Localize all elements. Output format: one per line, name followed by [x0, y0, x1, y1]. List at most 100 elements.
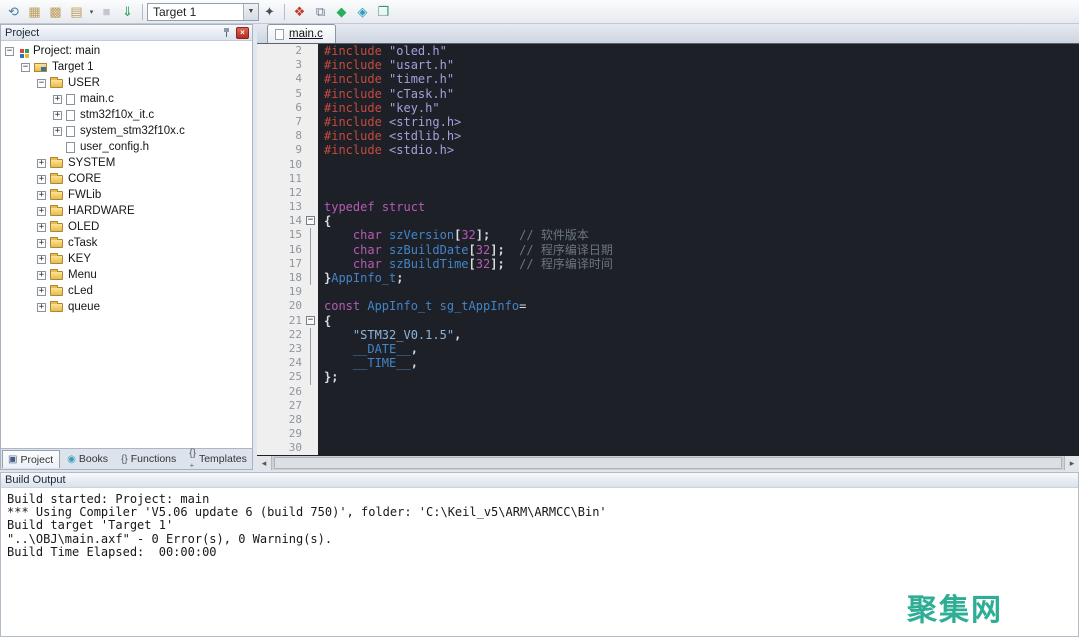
- batch-build-dropdown-icon[interactable]: ▾: [87, 2, 96, 22]
- code-line[interactable]: 28: [257, 413, 1079, 427]
- tab-books[interactable]: ◉Books: [62, 450, 114, 468]
- code-line[interactable]: 19: [257, 285, 1079, 299]
- code-line[interactable]: 22 "STM32_V0.1.5",: [257, 328, 1079, 342]
- file-extensions-icon[interactable]: ❖: [289, 2, 310, 22]
- tree-item-user-config-h[interactable]: user_config.h: [1, 139, 252, 155]
- expand-icon[interactable]: +: [37, 175, 46, 184]
- options-for-target-icon[interactable]: ✦: [259, 2, 280, 22]
- tree-item-cled[interactable]: +cLed: [1, 283, 252, 299]
- code-line[interactable]: 2#include "oled.h": [257, 44, 1079, 58]
- code-line[interactable]: 18}AppInfo_t;: [257, 271, 1079, 285]
- manage-project-items-icon[interactable]: ⧉: [310, 2, 331, 22]
- keil-uvision-window: ⟲▦▩▤▾■⇓ Target 1 ▼ ✦ ❖⧉◆◈❒ Project × −Pr…: [0, 0, 1079, 637]
- tree-item-user[interactable]: −USER: [1, 75, 252, 91]
- code-line[interactable]: 11: [257, 172, 1079, 186]
- manage-rte-icon[interactable]: ◆: [331, 2, 352, 22]
- expand-icon[interactable]: +: [37, 191, 46, 200]
- line-number: 11: [257, 172, 305, 186]
- tree-item-system[interactable]: +SYSTEM: [1, 155, 252, 171]
- code-line[interactable]: 21−{: [257, 314, 1079, 328]
- code-line[interactable]: 17 char szBuildTime[32]; // 程序编译时间: [257, 257, 1079, 271]
- code-line[interactable]: 4#include "timer.h": [257, 72, 1079, 86]
- project-tree: −Project: main−Target 1−USER+main.c+stm3…: [1, 41, 252, 448]
- expand-icon[interactable]: +: [53, 111, 62, 120]
- tree-item-oled[interactable]: +OLED: [1, 219, 252, 235]
- tree-item-core[interactable]: +CORE: [1, 171, 252, 187]
- stop-build-icon[interactable]: ■: [96, 2, 117, 22]
- code-line[interactable]: 12: [257, 186, 1079, 200]
- rebuild-icon[interactable]: ▩: [45, 2, 66, 22]
- scroll-left-icon[interactable]: ◂: [257, 456, 272, 470]
- code-line[interactable]: 15 char szVersion[32]; // 软件版本: [257, 228, 1079, 242]
- tab-main-c[interactable]: main.c: [267, 24, 336, 43]
- fold-collapse-icon[interactable]: −: [306, 216, 315, 225]
- close-icon[interactable]: ×: [236, 27, 249, 39]
- configure-flash-tools-icon[interactable]: ◈: [352, 2, 373, 22]
- collapse-icon[interactable]: −: [5, 47, 14, 56]
- code-line[interactable]: 23 __DATE__,: [257, 342, 1079, 356]
- code-line[interactable]: 9#include <stdio.h>: [257, 143, 1079, 157]
- code-line[interactable]: 5#include "cTask.h": [257, 87, 1079, 101]
- batch-build-icon[interactable]: ▤: [66, 2, 87, 22]
- expand-icon[interactable]: +: [37, 207, 46, 216]
- code-line[interactable]: 14−{: [257, 214, 1079, 228]
- code-line[interactable]: 24 __TIME__,: [257, 356, 1079, 370]
- expand-icon[interactable]: +: [37, 271, 46, 280]
- tab-templates[interactable]: {}₊Templates: [184, 450, 253, 468]
- tree-item-key[interactable]: +KEY: [1, 251, 252, 267]
- tab-project[interactable]: ▣Project: [2, 450, 60, 468]
- tree-item-hardware[interactable]: +HARDWARE: [1, 203, 252, 219]
- collapse-icon[interactable]: −: [37, 79, 46, 88]
- collapse-icon[interactable]: −: [21, 63, 30, 72]
- pack-installer-icon[interactable]: ❒: [373, 2, 394, 22]
- file-icon: [66, 126, 75, 137]
- tree-item-ctask[interactable]: +cTask: [1, 235, 252, 251]
- tree-item-main-c[interactable]: +main.c: [1, 91, 252, 107]
- tab-functions[interactable]: {}Functions: [116, 450, 182, 468]
- line-number: 27: [257, 399, 305, 413]
- expand-icon[interactable]: +: [37, 303, 46, 312]
- code-line[interactable]: 6#include "key.h": [257, 101, 1079, 115]
- expand-icon[interactable]: +: [53, 95, 62, 104]
- scrollbar-thumb[interactable]: [274, 457, 1062, 469]
- code-line[interactable]: 7#include <string.h>: [257, 115, 1079, 129]
- code-line[interactable]: 3#include "usart.h": [257, 58, 1079, 72]
- expand-icon[interactable]: +: [37, 255, 46, 264]
- tree-item-queue[interactable]: +queue: [1, 299, 252, 315]
- tree-item-label: FWLib: [68, 189, 101, 201]
- build-icon[interactable]: ▦: [24, 2, 45, 22]
- chevron-down-icon[interactable]: ▼: [243, 4, 258, 20]
- expand-icon[interactable]: +: [37, 239, 46, 248]
- target-select[interactable]: Target 1 ▼: [147, 3, 259, 21]
- expand-icon[interactable]: +: [37, 287, 46, 296]
- code-line[interactable]: 16 char szBuildDate[32]; // 程序编译日期: [257, 243, 1079, 257]
- scroll-right-icon[interactable]: ▸: [1064, 456, 1079, 470]
- expand-icon[interactable]: +: [37, 223, 46, 232]
- code-line[interactable]: 20const AppInfo_t sg_tAppInfo=: [257, 299, 1079, 313]
- tree-item-system-stm32f10x-c[interactable]: +system_stm32f10x.c: [1, 123, 252, 139]
- code-line[interactable]: 25};: [257, 370, 1079, 384]
- code-line[interactable]: 29: [257, 427, 1079, 441]
- code-editor[interactable]: 2#include "oled.h"3#include "usart.h"4#i…: [257, 44, 1079, 456]
- expand-icon[interactable]: +: [53, 127, 62, 136]
- download-icon[interactable]: ⇓: [117, 2, 138, 22]
- code-line[interactable]: 30: [257, 441, 1079, 455]
- translate-icon[interactable]: ⟲: [3, 2, 24, 22]
- pin-icon[interactable]: [223, 27, 231, 38]
- code-line[interactable]: 27: [257, 399, 1079, 413]
- tree-item-target-1[interactable]: −Target 1: [1, 59, 252, 75]
- code-line[interactable]: 13typedef struct: [257, 200, 1079, 214]
- project-panel: Project × −Project: main−Target 1−USER+m…: [0, 24, 253, 470]
- code-line[interactable]: 10: [257, 158, 1079, 172]
- fold-collapse-icon[interactable]: −: [306, 316, 315, 325]
- line-number: 12: [257, 186, 305, 200]
- tree-item-stm32f10x-it-c[interactable]: +stm32f10x_it.c: [1, 107, 252, 123]
- tree-item-menu[interactable]: +Menu: [1, 267, 252, 283]
- code-line[interactable]: 26: [257, 385, 1079, 399]
- editor-horizontal-scrollbar[interactable]: ◂ ▸: [257, 456, 1079, 470]
- templates-icon: {}₊: [189, 448, 196, 470]
- code-line[interactable]: 8#include <stdlib.h>: [257, 129, 1079, 143]
- tree-item-fwlib[interactable]: + FWLib: [1, 187, 252, 203]
- tree-item-project-main[interactable]: −Project: main: [1, 43, 252, 59]
- expand-icon[interactable]: +: [37, 159, 46, 168]
